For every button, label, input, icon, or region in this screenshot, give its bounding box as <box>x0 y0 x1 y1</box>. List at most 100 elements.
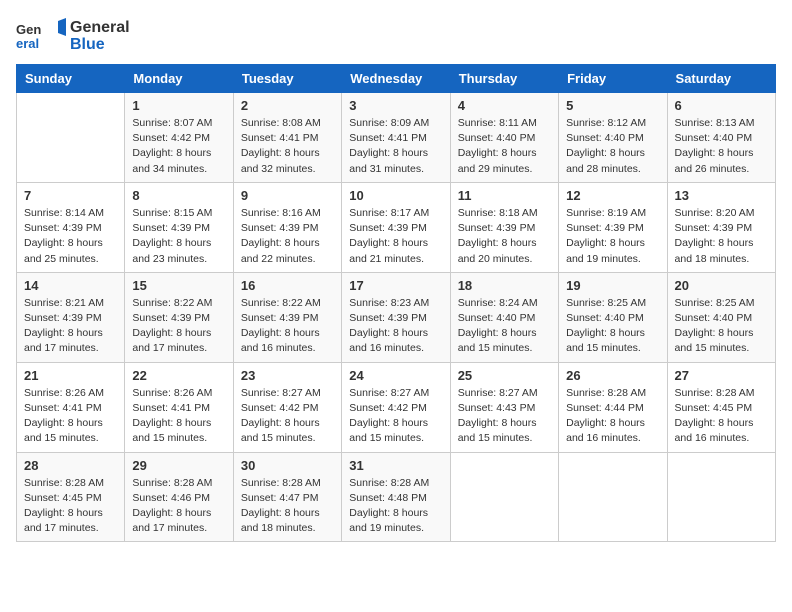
day-number: 29 <box>132 458 225 473</box>
column-header-saturday: Saturday <box>667 65 775 93</box>
calendar-cell: 25Sunrise: 8:27 AMSunset: 4:43 PMDayligh… <box>450 362 558 452</box>
calendar-cell: 17 Sunrise: 8:23 AMSunset: 4:39 PMDayligh… <box>342 272 450 362</box>
day-number: 14 <box>24 278 117 293</box>
calendar-cell: 11 Sunrise: 8:18 AMSunset: 4:39 PMDayligh… <box>450 182 558 272</box>
calendar-cell: 31 Sunrise: 8:28 AMSunset: 4:48 PMDayligh… <box>342 452 450 542</box>
day-number: 19 <box>566 278 659 293</box>
day-info: Sunrise: 8:27 AMSunset: 4:42 PMDaylight:… <box>241 386 334 447</box>
calendar-cell: 23 Sunrise: 8:27 AMSunset: 4:42 PMDayligh… <box>233 362 341 452</box>
day-number: 25 <box>458 368 551 383</box>
day-number: 6 <box>675 98 768 113</box>
day-number: 13 <box>675 188 768 203</box>
calendar-cell: 28Sunrise: 8:28 AMSunset: 4:45 PMDayligh… <box>17 452 125 542</box>
calendar-cell: 3 Sunrise: 8:09 AMSunset: 4:41 PMDaylight… <box>342 93 450 183</box>
calendar-cell: 19 Sunrise: 8:25 AMSunset: 4:40 PMDayligh… <box>559 272 667 362</box>
day-number: 2 <box>241 98 334 113</box>
svg-text:eral: eral <box>16 36 39 51</box>
day-number: 8 <box>132 188 225 203</box>
calendar-cell <box>17 93 125 183</box>
day-info: Sunrise: 8:23 AMSunset: 4:39 PMDaylight:… <box>349 296 442 357</box>
day-number: 15 <box>132 278 225 293</box>
calendar-cell: 24 Sunrise: 8:27 AMSunset: 4:42 PMDayligh… <box>342 362 450 452</box>
day-number: 24 <box>349 368 442 383</box>
day-number: 16 <box>241 278 334 293</box>
day-number: 21 <box>24 368 117 383</box>
day-info: Sunrise: 8:08 AMSunset: 4:41 PMDaylight:… <box>241 116 334 177</box>
calendar-cell: 8 Sunrise: 8:15 AMSunset: 4:39 PMDaylight… <box>125 182 233 272</box>
day-number: 18 <box>458 278 551 293</box>
day-number: 22 <box>132 368 225 383</box>
day-number: 31 <box>349 458 442 473</box>
day-info: Sunrise: 8:28 AMSunset: 4:45 PMDaylight:… <box>24 476 117 537</box>
logo-svg: Gen eral <box>16 16 66 56</box>
calendar-cell: 7 Sunrise: 8:14 AMSunset: 4:39 PMDaylight… <box>17 182 125 272</box>
column-header-thursday: Thursday <box>450 65 558 93</box>
calendar-cell: 27 Sunrise: 8:28 AMSunset: 4:45 PMDayligh… <box>667 362 775 452</box>
day-info: Sunrise: 8:22 AMSunset: 4:39 PMDaylight:… <box>132 296 225 357</box>
day-info: Sunrise: 8:15 AMSunset: 4:39 PMDaylight:… <box>132 206 225 267</box>
column-header-tuesday: Tuesday <box>233 65 341 93</box>
day-number: 12 <box>566 188 659 203</box>
day-info: Sunrise: 8:16 AMSunset: 4:39 PMDaylight:… <box>241 206 334 267</box>
day-number: 27 <box>675 368 768 383</box>
calendar-cell <box>667 452 775 542</box>
calendar-cell: 16 Sunrise: 8:22 AMSunset: 4:39 PMDayligh… <box>233 272 341 362</box>
day-info: Sunrise: 8:22 AMSunset: 4:39 PMDaylight:… <box>241 296 334 357</box>
calendar-cell: 10 Sunrise: 8:17 AMSunset: 4:39 PMDayligh… <box>342 182 450 272</box>
page-header: Gen eral General Blue <box>16 16 776 56</box>
day-info: Sunrise: 8:25 AMSunset: 4:40 PMDaylight:… <box>675 296 768 357</box>
calendar-cell: 4Sunrise: 8:11 AMSunset: 4:40 PMDaylight… <box>450 93 558 183</box>
day-info: Sunrise: 8:27 AMSunset: 4:42 PMDaylight:… <box>349 386 442 447</box>
calendar-cell: 12 Sunrise: 8:19 AMSunset: 4:39 PMDayligh… <box>559 182 667 272</box>
day-info: Sunrise: 8:14 AMSunset: 4:39 PMDaylight:… <box>24 206 117 267</box>
day-number: 7 <box>24 188 117 203</box>
calendar-cell <box>450 452 558 542</box>
calendar-cell: 9 Sunrise: 8:16 AMSunset: 4:39 PMDaylight… <box>233 182 341 272</box>
day-info: Sunrise: 8:07 AMSunset: 4:42 PMDaylight:… <box>132 116 225 177</box>
day-number: 9 <box>241 188 334 203</box>
day-number: 10 <box>349 188 442 203</box>
calendar-cell: 29 Sunrise: 8:28 AMSunset: 4:46 PMDayligh… <box>125 452 233 542</box>
day-info: Sunrise: 8:17 AMSunset: 4:39 PMDaylight:… <box>349 206 442 267</box>
day-info: Sunrise: 8:21 AMSunset: 4:39 PMDaylight:… <box>24 296 117 357</box>
day-number: 11 <box>458 188 551 203</box>
day-info: Sunrise: 8:25 AMSunset: 4:40 PMDaylight:… <box>566 296 659 357</box>
calendar-cell: 21 Sunrise: 8:26 AMSunset: 4:41 PMDayligh… <box>17 362 125 452</box>
day-info: Sunrise: 8:28 AMSunset: 4:45 PMDaylight:… <box>675 386 768 447</box>
day-info: Sunrise: 8:19 AMSunset: 4:39 PMDaylight:… <box>566 206 659 267</box>
column-header-friday: Friday <box>559 65 667 93</box>
day-number: 3 <box>349 98 442 113</box>
logo: Gen eral General Blue <box>16 16 130 56</box>
calendar-cell: 20Sunrise: 8:25 AMSunset: 4:40 PMDayligh… <box>667 272 775 362</box>
calendar-cell: 6 Sunrise: 8:13 AMSunset: 4:40 PMDaylight… <box>667 93 775 183</box>
logo-general: General <box>70 19 130 37</box>
calendar-cell: 1Sunrise: 8:07 AMSunset: 4:42 PMDaylight… <box>125 93 233 183</box>
day-number: 23 <box>241 368 334 383</box>
day-info: Sunrise: 8:24 AMSunset: 4:40 PMDaylight:… <box>458 296 551 357</box>
calendar-table: SundayMondayTuesdayWednesdayThursdayFrid… <box>16 64 776 542</box>
calendar-cell: 18 Sunrise: 8:24 AMSunset: 4:40 PMDayligh… <box>450 272 558 362</box>
calendar-cell: 30Sunrise: 8:28 AMSunset: 4:47 PMDayligh… <box>233 452 341 542</box>
day-info: Sunrise: 8:13 AMSunset: 4:40 PMDaylight:… <box>675 116 768 177</box>
day-info: Sunrise: 8:12 AMSunset: 4:40 PMDaylight:… <box>566 116 659 177</box>
day-info: Sunrise: 8:28 AMSunset: 4:48 PMDaylight:… <box>349 476 442 537</box>
day-info: Sunrise: 8:11 AMSunset: 4:40 PMDaylight:… <box>458 116 551 177</box>
calendar-cell: 5 Sunrise: 8:12 AMSunset: 4:40 PMDaylight… <box>559 93 667 183</box>
calendar-cell: 22Sunrise: 8:26 AMSunset: 4:41 PMDayligh… <box>125 362 233 452</box>
calendar-cell <box>559 452 667 542</box>
day-number: 5 <box>566 98 659 113</box>
day-info: Sunrise: 8:09 AMSunset: 4:41 PMDaylight:… <box>349 116 442 177</box>
calendar-cell: 26Sunrise: 8:28 AMSunset: 4:44 PMDayligh… <box>559 362 667 452</box>
calendar-cell: 13 Sunrise: 8:20 AMSunset: 4:39 PMDayligh… <box>667 182 775 272</box>
day-number: 17 <box>349 278 442 293</box>
day-info: Sunrise: 8:28 AMSunset: 4:46 PMDaylight:… <box>132 476 225 537</box>
day-info: Sunrise: 8:28 AMSunset: 4:44 PMDaylight:… <box>566 386 659 447</box>
column-header-sunday: Sunday <box>17 65 125 93</box>
svg-text:Gen: Gen <box>16 22 41 37</box>
calendar-cell: 14 Sunrise: 8:21 AMSunset: 4:39 PMDayligh… <box>17 272 125 362</box>
day-info: Sunrise: 8:20 AMSunset: 4:39 PMDaylight:… <box>675 206 768 267</box>
column-header-monday: Monday <box>125 65 233 93</box>
day-info: Sunrise: 8:26 AMSunset: 4:41 PMDaylight:… <box>24 386 117 447</box>
calendar-cell: 15 Sunrise: 8:22 AMSunset: 4:39 PMDayligh… <box>125 272 233 362</box>
day-info: Sunrise: 8:18 AMSunset: 4:39 PMDaylight:… <box>458 206 551 267</box>
